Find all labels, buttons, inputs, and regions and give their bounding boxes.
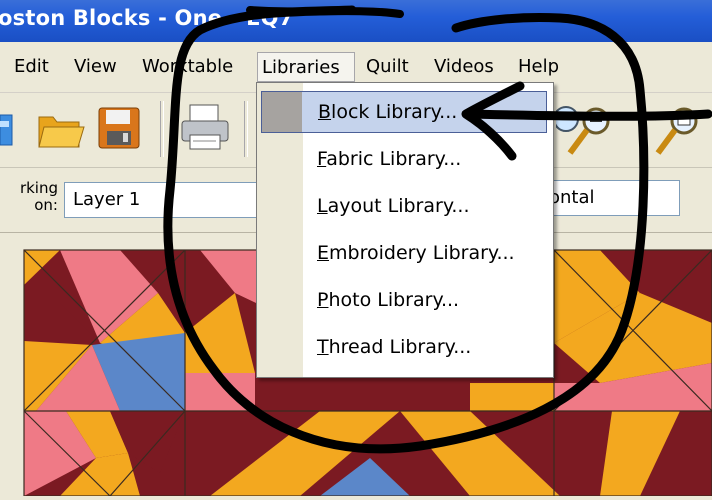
annotation-ink [163, 5, 712, 454]
annotation-arrow-icon [465, 109, 712, 121]
annotation-circle-icon [163, 5, 649, 454]
annotation-arrowhead [461, 81, 525, 161]
annotation-circle-tail [246, 6, 404, 18]
